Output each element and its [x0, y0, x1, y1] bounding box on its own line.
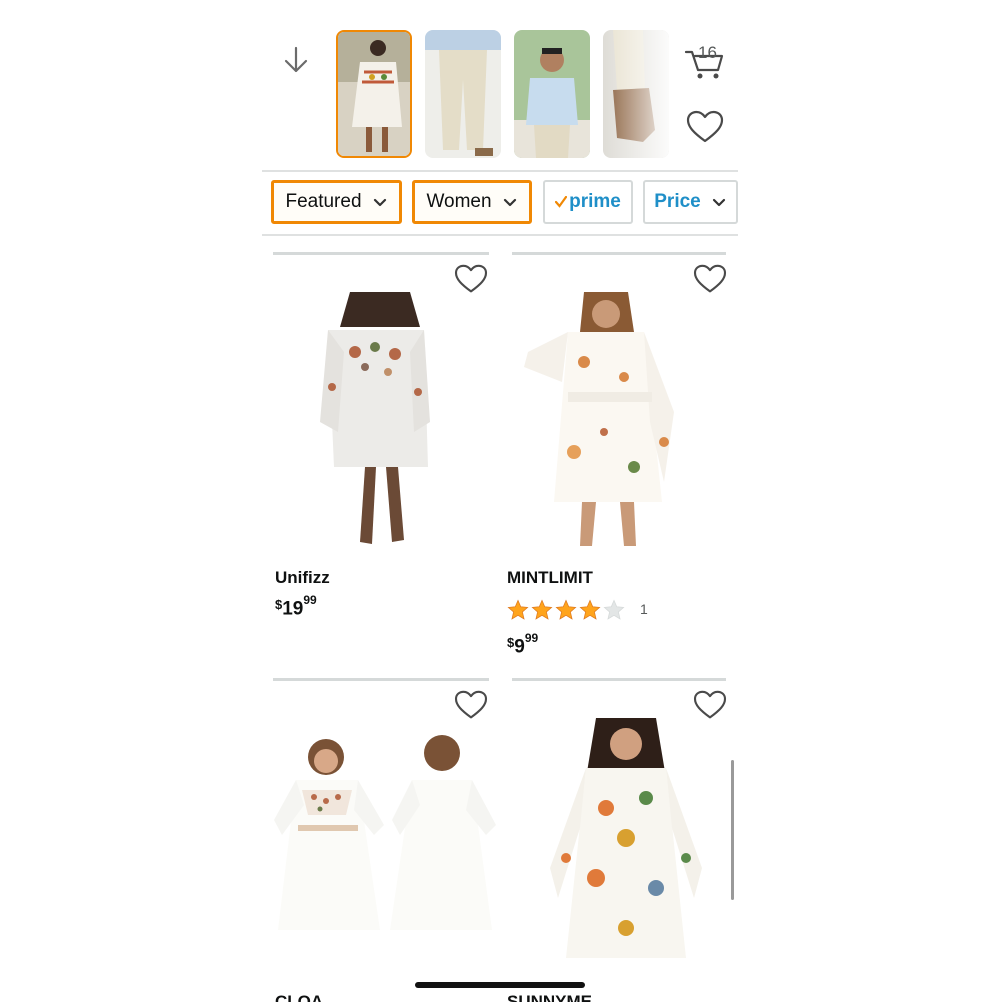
- product-brand[interactable]: Unifizz: [275, 568, 330, 588]
- man-khaki-pants-image: [425, 30, 501, 158]
- thumbnail-2[interactable]: [425, 30, 501, 158]
- thumbnail-3[interactable]: [514, 30, 590, 158]
- filter-women-label: Women: [426, 191, 492, 212]
- product-brand[interactable]: MINTLIMIT: [507, 568, 593, 588]
- cart-count-badge: 16: [698, 43, 717, 62]
- brown-shoe-image: [603, 30, 669, 158]
- product-brand[interactable]: SUNNYME: [507, 992, 592, 1002]
- rating-stars[interactable]: [507, 599, 625, 621]
- wishlist-heart-icon[interactable]: [454, 690, 488, 720]
- product-card-divider: [273, 252, 489, 255]
- price-currency: $: [507, 635, 515, 651]
- rating-count[interactable]: 1: [640, 601, 648, 617]
- chevron-down-icon: [712, 198, 725, 207]
- filter-price-button[interactable]: Price: [643, 180, 738, 224]
- filter-women-button[interactable]: Women: [412, 180, 532, 224]
- product-image-sunnyme[interactable]: [546, 718, 706, 974]
- wishlist-heart-icon[interactable]: [693, 264, 727, 294]
- woman-embroidered-dress-image: [338, 32, 410, 156]
- filter-featured-label: Featured: [285, 191, 362, 212]
- filter-price-label: Price: [654, 191, 701, 212]
- home-indicator[interactable]: [415, 982, 585, 988]
- price-whole: 19: [282, 598, 304, 620]
- product-price: $999: [507, 631, 539, 658]
- man-blue-shirt-image: [514, 30, 590, 158]
- wishlist-heart-icon[interactable]: [454, 264, 488, 294]
- product-price: $1999: [275, 593, 317, 620]
- product-card-divider: [512, 678, 726, 681]
- price-fraction: 99: [303, 593, 317, 607]
- price-whole: 9: [514, 636, 525, 658]
- wishlist-heart-icon[interactable]: [686, 110, 724, 144]
- filter-featured-button[interactable]: Featured: [271, 180, 402, 224]
- price-fraction: 99: [524, 631, 539, 645]
- product-image-mintlimit[interactable]: [524, 292, 680, 548]
- thumbnail-4[interactable]: [603, 30, 669, 158]
- chevron-down-icon: [373, 198, 386, 207]
- chevron-down-icon: [503, 198, 516, 207]
- product-image-unifizz[interactable]: [320, 292, 430, 548]
- wishlist-heart-icon[interactable]: [693, 690, 727, 720]
- filter-prime-button[interactable]: prime: [543, 180, 633, 224]
- star-icon: [603, 599, 625, 620]
- divider-filters: [262, 234, 738, 236]
- thumbnail-1[interactable]: [336, 30, 412, 158]
- product-card-divider: [512, 252, 726, 255]
- down-arrow-icon[interactable]: [280, 44, 312, 76]
- star-icon: [579, 599, 601, 620]
- filter-prime-label: prime: [569, 191, 621, 212]
- scrollbar[interactable]: [731, 760, 734, 900]
- product-card-divider: [273, 678, 489, 681]
- star-icon: [531, 599, 553, 620]
- product-brand[interactable]: CLOA: [275, 992, 323, 1002]
- divider-top: [262, 170, 738, 172]
- price-currency: $: [275, 597, 283, 613]
- product-image-cloa[interactable]: [274, 735, 496, 935]
- prime-check-icon: [555, 196, 568, 208]
- star-icon: [555, 599, 577, 620]
- star-icon: [507, 599, 529, 620]
